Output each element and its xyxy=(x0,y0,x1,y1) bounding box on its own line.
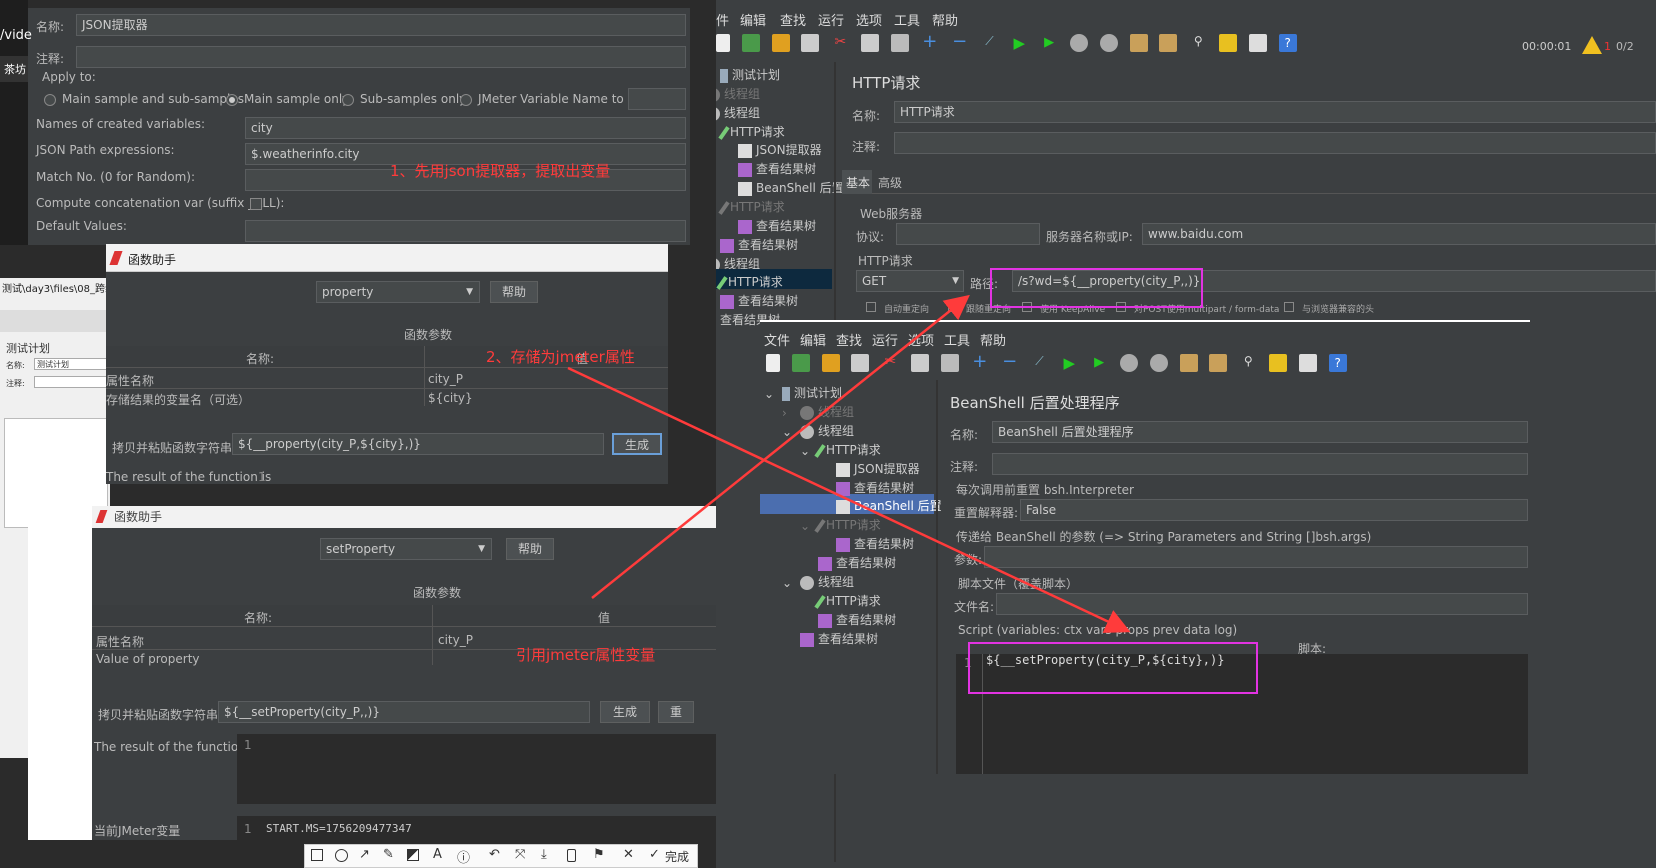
screenshot-toolbar: ↗ ✎ A ⓘ ↶ ⤧ ⤓ ⚑ ✕ ✓ 完成 xyxy=(304,844,698,868)
close-icon[interactable]: ✕ xyxy=(623,847,634,862)
phone-icon[interactable] xyxy=(567,849,576,862)
crop-icon[interactable]: ⤧ xyxy=(515,847,525,862)
annotation-arrows xyxy=(567,294,1131,633)
text-tool-icon[interactable]: A xyxy=(433,847,442,862)
arrow-to-path xyxy=(591,294,970,599)
arrow-to-script xyxy=(567,366,1131,633)
arrow-tool-icon[interactable]: ↗ xyxy=(359,847,370,862)
pin-icon[interactable]: ⚑ xyxy=(593,847,605,862)
rect-tool-icon[interactable] xyxy=(311,849,323,861)
number-tool-icon[interactable]: ⓘ xyxy=(457,847,470,866)
ellipse-tool-icon[interactable] xyxy=(335,849,348,862)
check-icon[interactable]: ✓ xyxy=(649,847,660,862)
download-icon[interactable]: ⤓ xyxy=(541,847,547,862)
pen-tool-icon[interactable]: ✎ xyxy=(383,847,394,862)
done-button[interactable]: 完成 xyxy=(665,848,689,865)
mosaic-tool-icon[interactable] xyxy=(407,849,419,861)
undo-icon[interactable]: ↶ xyxy=(489,847,500,862)
